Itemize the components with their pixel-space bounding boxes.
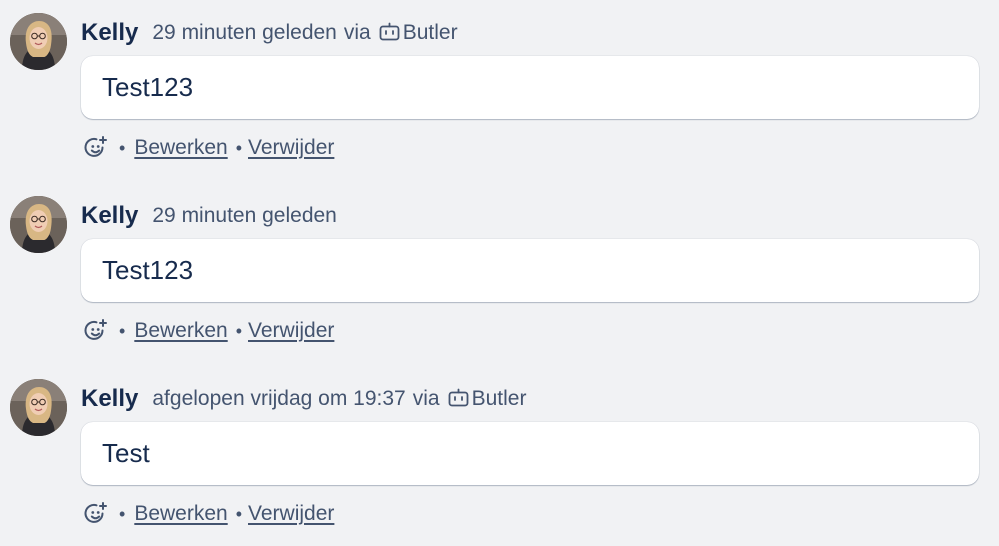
avatar-image (10, 13, 67, 70)
comment-item: Kelly 29 minuten geleden via Butler Test… (0, 0, 999, 170)
edit-link[interactable]: Bewerken (134, 136, 227, 160)
author-name[interactable]: Kelly (81, 19, 138, 47)
comment-header: Kelly 29 minuten geleden (81, 199, 337, 233)
edit-link[interactable]: Bewerken (134, 319, 227, 343)
comment-text: Test (102, 438, 150, 468)
comment-text: Test123 (102, 255, 194, 285)
separator-dot: • (119, 137, 126, 158)
avatar[interactable] (10, 13, 67, 70)
comment-actions: • Bewerken • Verwijder (83, 133, 334, 163)
comment-card[interactable]: Test123 (81, 239, 979, 302)
add-reaction-icon[interactable] (83, 135, 109, 161)
comment-header: Kelly 29 minuten geleden via Butler (81, 16, 458, 50)
separator-dot: • (235, 320, 243, 341)
comment-item: Kelly afgelopen vrijdag om 19:37 via But… (0, 366, 999, 536)
avatar[interactable] (10, 379, 67, 436)
avatar-image (10, 196, 67, 253)
comment-text: Test123 (102, 72, 194, 102)
source-name: Butler (402, 21, 458, 44)
via-label: via (343, 21, 371, 44)
delete-link[interactable]: Verwijder (248, 319, 334, 343)
butler-bot-icon (379, 22, 400, 42)
avatar[interactable] (10, 196, 67, 253)
comment-actions: • Bewerken • Verwijder (83, 499, 334, 529)
comment-card[interactable]: Test123 (81, 56, 979, 119)
comment-item: Kelly 29 minuten geleden Test123 • Bewer… (0, 183, 999, 353)
butler-bot-icon (448, 388, 469, 408)
author-name[interactable]: Kelly (81, 202, 138, 230)
delete-link[interactable]: Verwijder (248, 502, 334, 526)
separator-dot: • (119, 503, 126, 524)
author-name[interactable]: Kelly (81, 385, 138, 413)
comment-card[interactable]: Test (81, 422, 979, 485)
via-label: via (412, 387, 440, 410)
separator-dot: • (235, 503, 243, 524)
edit-link[interactable]: Bewerken (134, 502, 227, 526)
add-reaction-icon[interactable] (83, 318, 109, 344)
add-reaction-icon[interactable] (83, 501, 109, 527)
comment-header: Kelly afgelopen vrijdag om 19:37 via But… (81, 382, 526, 416)
comment-feed: Kelly 29 minuten geleden via Butler Test… (0, 0, 999, 546)
separator-dot: • (119, 320, 126, 341)
comment-actions: • Bewerken • Verwijder (83, 316, 334, 346)
comment-timestamp[interactable]: 29 minuten geleden (152, 204, 336, 228)
source-name: Butler (471, 387, 527, 410)
comment-timestamp[interactable]: afgelopen vrijdag om 19:37 (152, 387, 405, 411)
avatar-image (10, 379, 67, 436)
separator-dot: • (235, 137, 243, 158)
delete-link[interactable]: Verwijder (248, 136, 334, 160)
comment-timestamp[interactable]: 29 minuten geleden (152, 21, 336, 45)
